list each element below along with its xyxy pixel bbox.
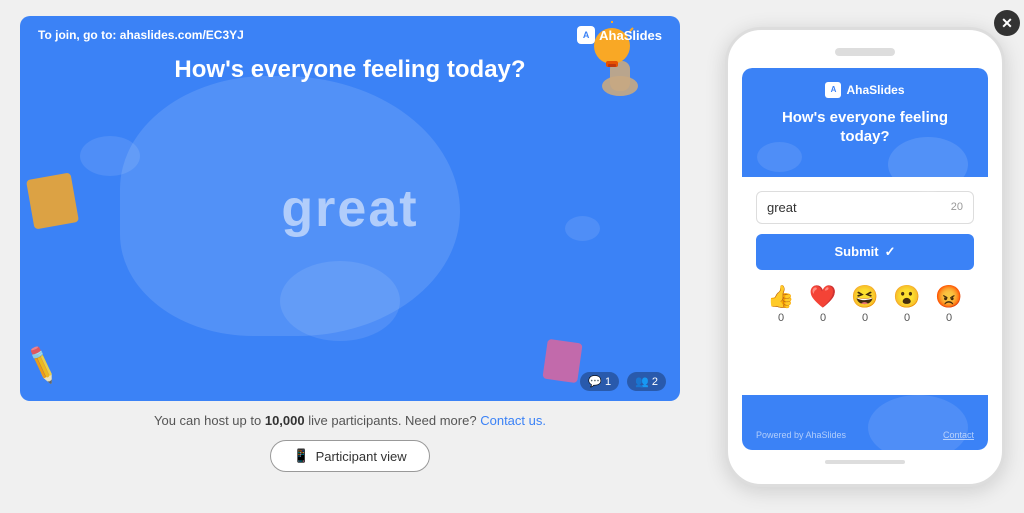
mobile-icon: 📱: [293, 448, 309, 464]
angry-emoji: 😡: [935, 286, 962, 308]
checkmark-icon: ✓: [885, 244, 896, 260]
slide-featured-word: great: [281, 179, 418, 239]
slide-header: To join, go to: ahaslides.com/EC3YJ A Ah…: [20, 16, 680, 54]
slide-logo: A AhaSlides: [577, 26, 662, 44]
laugh-emoji: 😆: [851, 286, 878, 308]
reaction-thumbsup[interactable]: 👍 0: [767, 286, 794, 324]
reaction-wow[interactable]: 😮 0: [893, 286, 920, 324]
participant-limit: 10,000: [265, 413, 305, 428]
phone-input-container[interactable]: great 20: [756, 191, 974, 224]
phone-powered-by: Powered by AhaSlides: [756, 430, 846, 440]
phone-logo: A AhaSlides: [756, 82, 974, 98]
blob-decoration-2: [280, 261, 400, 341]
phone-footer-link[interactable]: Contact: [943, 430, 974, 440]
phone-mockup: A AhaSlides How's everyone feeling today…: [725, 27, 1005, 487]
reaction-heart[interactable]: ❤️ 0: [809, 286, 836, 324]
slide-title: How's everyone feeling today?: [20, 56, 680, 84]
heart-count: 0: [820, 312, 826, 324]
blob-decoration-4: [565, 216, 600, 241]
phone-header-blue: A AhaSlides How's everyone feeling today…: [742, 68, 988, 177]
wow-emoji: 😮: [893, 286, 920, 308]
participant-view-button[interactable]: 📱 Participant view: [270, 440, 429, 472]
below-slide-section: You can host up to 10,000 live participa…: [154, 413, 546, 472]
reaction-angry[interactable]: 😡 0: [935, 286, 962, 324]
thumbsup-count: 0: [778, 312, 784, 324]
blob-decoration-3: [80, 136, 140, 176]
phone-logo-text: AhaSlides: [846, 83, 904, 97]
phone-reactions-row: 👍 0 ❤️ 0 😆 0 😮 0: [756, 286, 974, 324]
slide-url: ahaslides.com/EC3YJ: [120, 28, 244, 42]
sticky-note-decoration-1: [26, 172, 79, 229]
join-url-text: To join, go to: ahaslides.com/EC3YJ: [38, 28, 244, 42]
left-panel: ✏️ To join, go to: ahaslides: [0, 0, 700, 513]
message-icon: 💬: [588, 375, 602, 388]
contact-us-link[interactable]: Contact us.: [480, 413, 546, 428]
laugh-count: 0: [862, 312, 868, 324]
phone-char-count: 20: [951, 201, 963, 213]
pencil-decoration: ✏️: [20, 343, 64, 386]
users-icon: 👥: [635, 375, 649, 388]
phone-answer-input[interactable]: great: [767, 200, 951, 215]
user-count-badge: 👥 2: [627, 372, 666, 391]
phone-logo-icon: A: [825, 82, 841, 98]
phone-content-area: great 20 Submit ✓ 👍 0 ❤️ 0: [742, 177, 988, 395]
right-panel: ✕ A AhaSlides How's everyone feeling tod…: [700, 0, 1024, 513]
slide-bottom-bar: 💬 1 👥 2: [580, 372, 666, 391]
heart-emoji: ❤️: [809, 286, 836, 308]
phone-screen: A AhaSlides How's everyone feeling today…: [742, 68, 988, 450]
close-button[interactable]: ✕: [994, 10, 1020, 36]
angry-count: 0: [946, 312, 952, 324]
phone-footer-blob: [868, 395, 968, 450]
phone-footer: Powered by AhaSlides Contact: [742, 395, 988, 450]
response-count-badge: 💬 1: [580, 372, 619, 391]
phone-blob-1: [888, 137, 968, 192]
host-limit-info: You can host up to 10,000 live participa…: [154, 413, 546, 428]
logo-icon: A: [577, 26, 595, 44]
phone-notch: [835, 48, 895, 56]
phone-blob-2: [757, 142, 802, 172]
phone-home-bar: [825, 460, 905, 464]
slide-container: ✏️ To join, go to: ahaslides: [20, 16, 680, 401]
reaction-laugh[interactable]: 😆 0: [851, 286, 878, 324]
wow-count: 0: [904, 312, 910, 324]
phone-submit-button[interactable]: Submit ✓: [756, 234, 974, 270]
thumbsup-emoji: 👍: [767, 286, 794, 308]
sticky-note-decoration-2: [542, 339, 582, 383]
